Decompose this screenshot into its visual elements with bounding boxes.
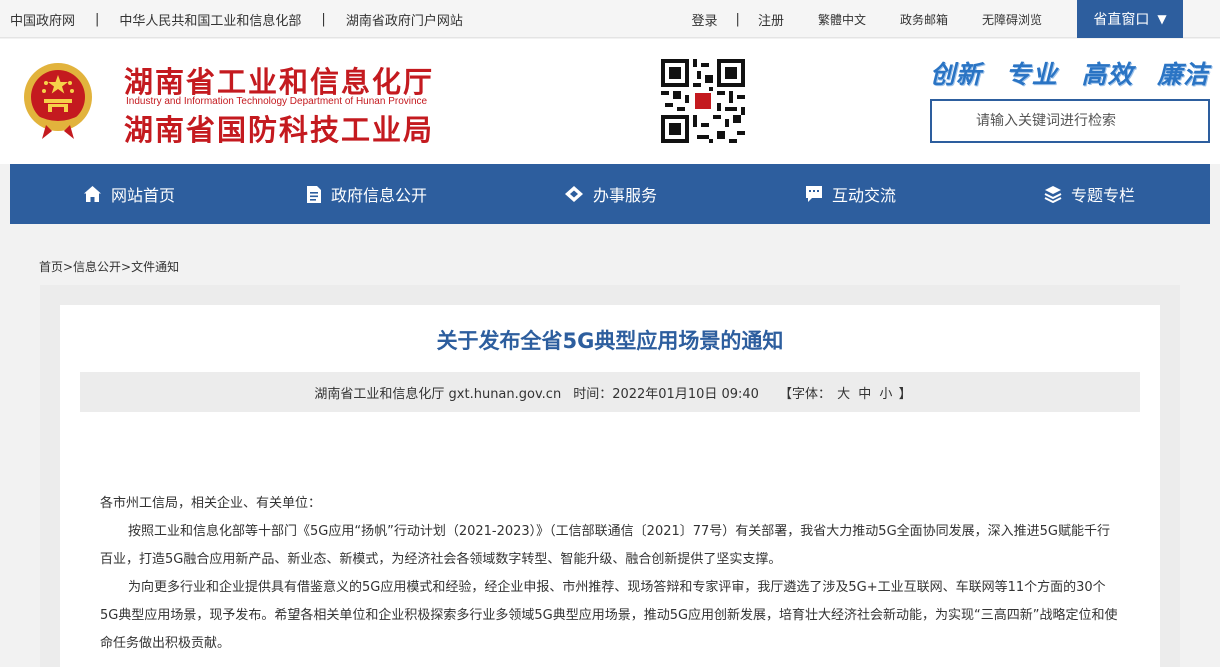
article-title: 关于发布全省5G典型应用场景的通知 (436, 329, 784, 353)
font-size-label: 【字体： (778, 386, 831, 402)
org-name-secondary[interactable]: 湖南省国防科技工业局 (124, 107, 434, 149)
breadcrumb[interactable]: 首页>信息公开>文件通知 (39, 258, 179, 275)
login-link[interactable]: 登录 (692, 10, 718, 29)
link-hunan-gov[interactable]: 湖南省政府门户网站 (346, 10, 463, 29)
dropdown-label: 省直窗口 (1093, 12, 1150, 28)
org-name-english: Industry and Information Technology Depa… (126, 96, 428, 107)
handshake-icon (565, 186, 583, 202)
main-nav: 网站首页 政府信息公开 办事服务 互动交流 专题专栏 (10, 164, 1210, 224)
top-links-left: 中国政府网 | 中华人民共和国工业和信息化部 | 湖南省政府门户网站 (10, 0, 463, 38)
nav-item-label: 互动交流 (832, 186, 897, 205)
nav-item-label: 办事服务 (593, 186, 658, 205)
separator: | (321, 11, 326, 27)
nav-item-interaction[interactable]: 互动交流 (805, 164, 896, 224)
nav-item-gov-info[interactable]: 政府信息公开 (306, 164, 427, 224)
link-miit[interactable]: 中华人民共和国工业和信息化部 (119, 10, 301, 29)
separator: | (95, 11, 100, 27)
search-input[interactable] (930, 99, 1210, 143)
home-icon (84, 186, 101, 202)
slogan: 创新 专业 高效 廉洁 (930, 55, 1220, 91)
article-salutation: 各市州工信局，相关企业、有关单位： (100, 496, 322, 511)
article-paragraph: 按照工业和信息化部等十部门《5G应用“扬帆”行动计划（2021-2023）》（工… (100, 524, 1110, 567)
separator: | (735, 11, 740, 27)
font-size-large-button[interactable]: 大 (837, 387, 850, 402)
article-body: 各市州工信局，相关企业、有关单位： 按照工业和信息化部等十部门《5G应用“扬帆”… (100, 490, 1120, 658)
slogan-word: 创新 (930, 60, 983, 89)
site-header: 湖南省工业和信息化厅 Industry and Information Tech… (0, 39, 1220, 164)
font-size-controls: 【字体： 大 中 小 】 (779, 383, 912, 402)
nav-item-home[interactable]: 网站首页 (83, 164, 175, 224)
article-paragraph: 为向更多行业和企业提供具有借鉴意义的5G应用模式和经验，经企业申报、市州推荐、现… (100, 580, 1118, 651)
article-source: 湖南省工业和信息化厅 gxt.hunan.gov.cn (314, 386, 562, 402)
nav-item-services[interactable]: 办事服务 (564, 164, 657, 224)
top-bar: 中国政府网 | 中华人民共和国工业和信息化部 | 湖南省政府门户网站 登录 | … (0, 0, 1220, 38)
nav-item-topics[interactable]: 专题专栏 (1044, 164, 1135, 224)
article-meta: 湖南省工业和信息化厅 gxt.hunan.gov.cn 时间：2022年01月1… (80, 372, 1140, 412)
national-emblem-icon[interactable] (22, 61, 94, 141)
nav-item-label: 专题专栏 (1071, 186, 1136, 205)
register-link[interactable]: 注册 (758, 10, 784, 29)
font-size-medium-button[interactable]: 中 (858, 387, 871, 402)
document-icon (307, 185, 321, 203)
chat-icon (806, 186, 822, 202)
font-size-close: 】 (898, 386, 912, 402)
traditional-chinese-link[interactable]: 繁體中文 (818, 11, 866, 28)
slogan-word: 高效 (1081, 60, 1134, 89)
slogan-word: 专业 (1005, 60, 1058, 89)
qr-code-icon (661, 59, 745, 143)
nav-item-label: 政府信息公开 (331, 186, 428, 205)
org-name-primary[interactable]: 湖南省工业和信息化厅 (124, 59, 434, 101)
link-china-gov[interactable]: 中国政府网 (10, 10, 75, 29)
layers-icon (1044, 186, 1062, 203)
provincial-window-dropdown[interactable]: 省直窗口 ▼ (1077, 0, 1183, 38)
article-time: 时间：2022年01月10日 09:40 (573, 386, 759, 402)
caret-down-icon: ▼ (1157, 12, 1167, 26)
gov-mail-link[interactable]: 政务邮箱 (900, 11, 948, 28)
accessible-browse-link[interactable]: 无障碍浏览 (982, 11, 1042, 28)
slogan-word: 廉洁 (1157, 60, 1210, 89)
nav-item-label: 网站首页 (111, 186, 176, 205)
font-size-small-button[interactable]: 小 (879, 387, 892, 402)
top-links-right: 登录 | 注册 繁體中文 政务邮箱 无障碍浏览 (692, 0, 1042, 38)
